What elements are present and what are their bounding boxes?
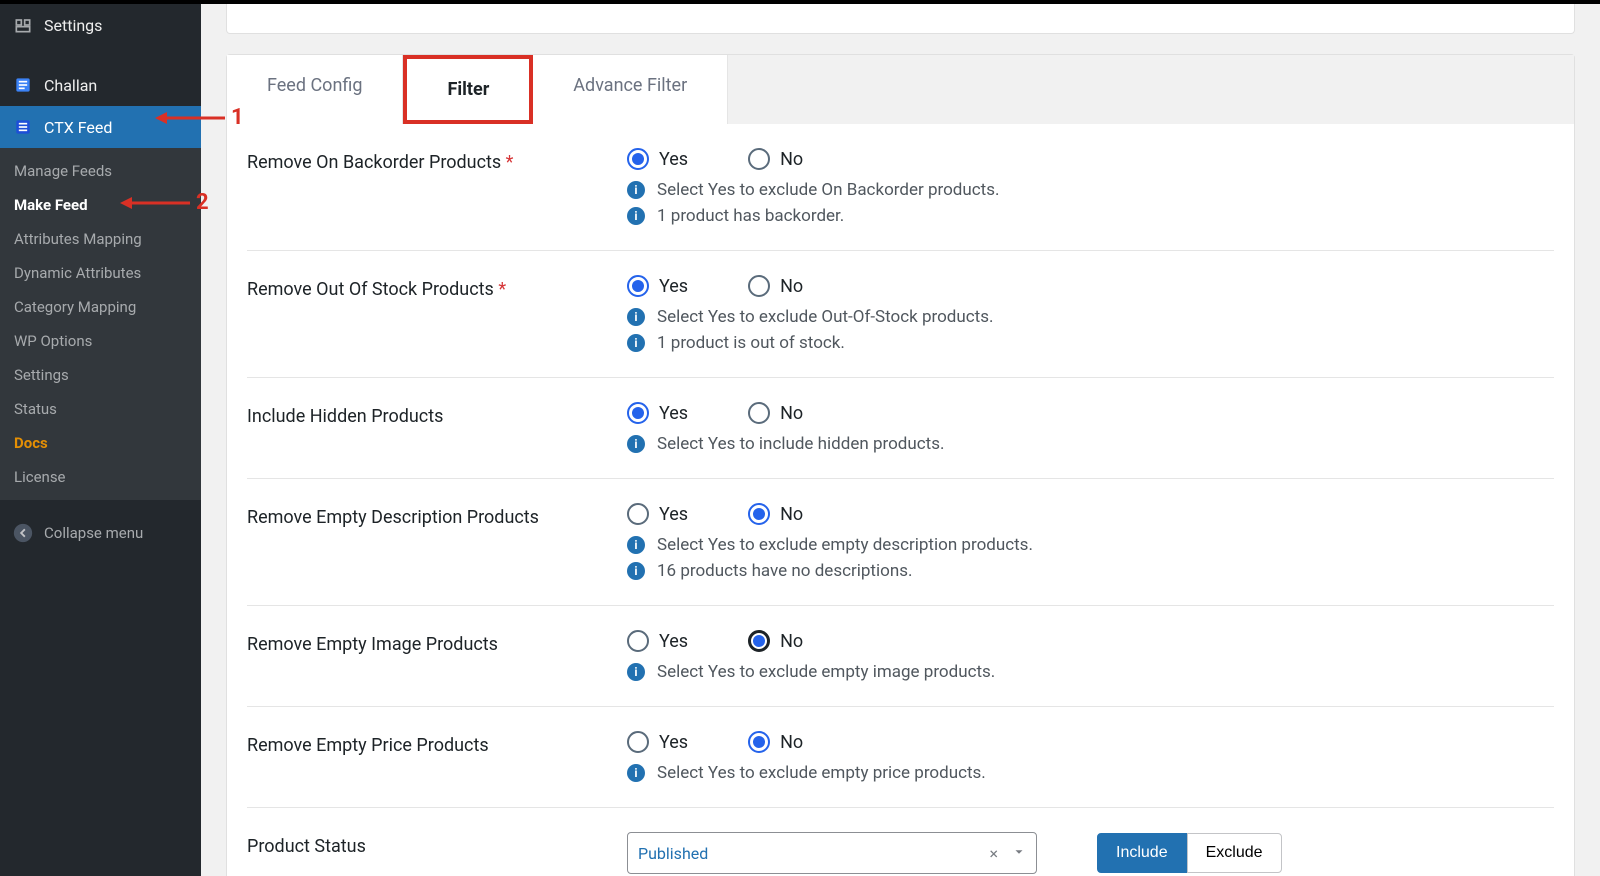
radio-emptyprice-no[interactable]: No [748, 731, 803, 753]
tab-advance-filter[interactable]: Advance Filter [533, 55, 728, 124]
radio-selected-icon [748, 731, 770, 753]
radio-icon [748, 402, 770, 424]
radio-selected-icon [748, 503, 770, 525]
hint: i16 products have no descriptions. [627, 561, 1554, 581]
hint: iSelect Yes to include hidden products. [627, 434, 1554, 454]
radio-emptyimage-no[interactable]: No [748, 630, 803, 652]
radio-emptyprice-yes[interactable]: Yes [627, 731, 688, 753]
sidebar-subitem-license[interactable]: License [0, 460, 201, 494]
include-exclude-toggle: Include Exclude [1097, 833, 1282, 873]
radio-icon [627, 630, 649, 652]
sidebar-item-ctx-feed[interactable]: CTX Feed [0, 106, 201, 148]
row-label: Remove Empty Description Products [247, 503, 627, 581]
sidebar-subitem-wp-options[interactable]: WP Options [0, 324, 201, 358]
radio-hidden-yes[interactable]: Yes [627, 402, 688, 424]
challan-icon [12, 74, 34, 96]
sidebar-subitem-category-mapping[interactable]: Category Mapping [0, 290, 201, 324]
info-icon: i [627, 764, 645, 782]
hint: iSelect Yes to exclude Out-Of-Stock prod… [627, 307, 1554, 327]
radio-outofstock-no[interactable]: No [748, 275, 803, 297]
sidebar-subitem-docs[interactable]: Docs [0, 426, 201, 460]
sidebar-subitem-manage-feeds[interactable]: Manage Feeds [0, 154, 201, 188]
hint: iSelect Yes to exclude empty price produ… [627, 763, 1554, 783]
radio-emptydesc-yes[interactable]: Yes [627, 503, 688, 525]
row-remove-empty-description: Remove Empty Description Products Yes No… [247, 479, 1554, 606]
sidebar-subitem-attributes-mapping[interactable]: Attributes Mapping [0, 222, 201, 256]
tab-feed-config[interactable]: Feed Config [227, 55, 403, 124]
info-icon: i [627, 435, 645, 453]
filter-panel: Feed Config Filter Advance Filter Remove… [226, 54, 1575, 876]
info-icon: i [627, 663, 645, 681]
hint: i1 product has backorder. [627, 206, 1554, 226]
row-label: Remove Empty Price Products [247, 731, 627, 783]
collapse-menu-label: Collapse menu [44, 524, 143, 542]
radio-emptyimage-yes[interactable]: Yes [627, 630, 688, 652]
row-remove-backorder: Remove On Backorder Products * Yes No iS… [247, 124, 1554, 251]
hint: iSelect Yes to exclude empty image produ… [627, 662, 1554, 682]
radio-outofstock-yes[interactable]: Yes [627, 275, 688, 297]
radio-selected-icon [627, 402, 649, 424]
tabs: Feed Config Filter Advance Filter [227, 55, 1574, 124]
row-label: Remove On Backorder Products * [247, 148, 627, 226]
sidebar-subitem-settings[interactable]: Settings [0, 358, 201, 392]
info-icon: i [627, 181, 645, 199]
info-icon: i [627, 334, 645, 352]
sidebar-subitem-make-feed[interactable]: Make Feed [0, 188, 201, 222]
ctx-feed-icon [12, 116, 34, 138]
row-remove-empty-image: Remove Empty Image Products Yes No iSele… [247, 606, 1554, 707]
info-icon: i [627, 308, 645, 326]
radio-hidden-no[interactable]: No [748, 402, 803, 424]
info-icon: i [627, 536, 645, 554]
sidebar-item-label: Settings [44, 16, 102, 35]
main-content: Feed Config Filter Advance Filter Remove… [201, 4, 1600, 876]
radio-backorder-no[interactable]: No [748, 148, 803, 170]
settings-icon [12, 14, 34, 36]
row-remove-empty-price: Remove Empty Price Products Yes No iSele… [247, 707, 1554, 808]
radio-selected-icon [627, 275, 649, 297]
radio-icon [627, 503, 649, 525]
radio-selected-icon [627, 148, 649, 170]
info-icon: i [627, 207, 645, 225]
hint: iSelect Yes to exclude empty description… [627, 535, 1554, 555]
row-label: Product Status [247, 832, 627, 874]
exclude-button[interactable]: Exclude [1187, 833, 1282, 873]
collapse-menu[interactable]: Collapse menu [0, 510, 201, 556]
radio-emptydesc-no[interactable]: No [748, 503, 803, 525]
sidebar-subitem-dynamic-attributes[interactable]: Dynamic Attributes [0, 256, 201, 290]
row-label: Remove Empty Image Products [247, 630, 627, 682]
sidebar-subitem-status[interactable]: Status [0, 392, 201, 426]
row-product-status: Product Status Published × [247, 808, 1554, 876]
info-icon: i [627, 562, 645, 580]
radio-selected-icon [748, 630, 770, 652]
sidebar-submenu: Manage Feeds Make Feed Attributes Mappin… [0, 148, 201, 500]
row-label: Remove Out Of Stock Products * [247, 275, 627, 353]
clear-icon[interactable]: × [989, 844, 998, 863]
chevron-down-icon[interactable] [1012, 844, 1026, 863]
include-button[interactable]: Include [1097, 833, 1187, 873]
hint: i1 product is out of stock. [627, 333, 1554, 353]
radio-icon [748, 148, 770, 170]
radio-icon [748, 275, 770, 297]
radio-backorder-yes[interactable]: Yes [627, 148, 688, 170]
hint: iSelect Yes to exclude On Backorder prod… [627, 180, 1554, 200]
row-include-hidden: Include Hidden Products Yes No iSelect Y… [247, 378, 1554, 479]
sidebar-item-label: CTX Feed [44, 118, 112, 137]
sidebar-item-challan[interactable]: Challan [0, 64, 201, 106]
sidebar-item-label: Challan [44, 76, 97, 95]
collapse-icon [12, 522, 34, 544]
tab-filter[interactable]: Filter [403, 55, 533, 124]
admin-sidebar: Settings Challan CTX Feed Manage Feeds M… [0, 4, 201, 876]
sidebar-item-settings[interactable]: Settings [0, 4, 201, 46]
row-remove-outofstock: Remove Out Of Stock Products * Yes No iS… [247, 251, 1554, 378]
select-value: Published [638, 844, 708, 863]
row-label: Include Hidden Products [247, 402, 627, 454]
radio-icon [627, 731, 649, 753]
product-status-select[interactable]: Published × [627, 832, 1037, 874]
